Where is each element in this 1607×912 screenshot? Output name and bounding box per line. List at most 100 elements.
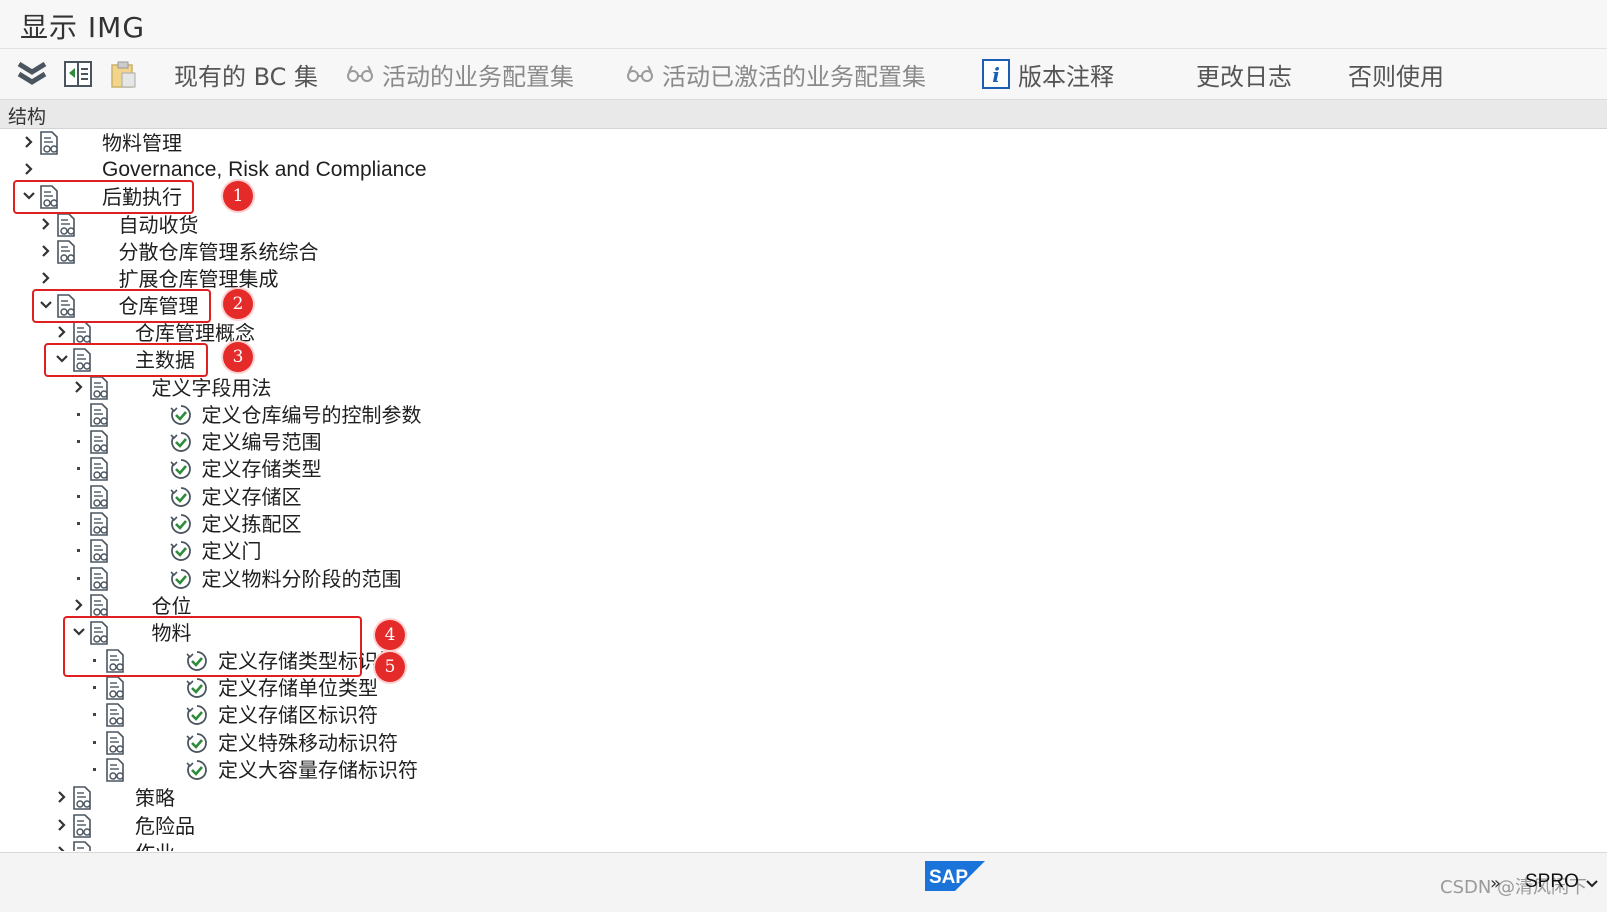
tree-node[interactable]: 危险品	[0, 812, 900, 839]
structure-header: 结构	[0, 100, 1607, 129]
documentation-icon[interactable]	[88, 403, 110, 427]
marker-badge: 3	[223, 342, 253, 372]
execute-activity-icon[interactable]	[186, 704, 208, 726]
documentation-icon[interactable]	[88, 376, 110, 400]
chevron-right-icon[interactable]	[55, 323, 69, 341]
chevron-right-icon[interactable]	[55, 843, 69, 851]
documentation-icon[interactable]	[71, 786, 93, 810]
tree-node[interactable]: 物料管理	[0, 129, 900, 156]
tree-node-label: 定义特殊移动标识符	[218, 731, 398, 755]
documentation-icon[interactable]	[88, 512, 110, 536]
tree-node[interactable]: 定义特殊移动标识符	[0, 729, 900, 756]
svg-text:SAP: SAP	[929, 867, 968, 888]
highlight-box-3	[44, 343, 208, 377]
change-log-button[interactable]: 更改日志	[1196, 49, 1292, 99]
execute-activity-icon[interactable]	[169, 486, 192, 508]
documentation-icon[interactable]	[104, 731, 126, 755]
transfer-button[interactable]	[63, 49, 101, 99]
tree-node[interactable]: 定义拣配区	[0, 510, 900, 537]
documentation-icon[interactable]	[88, 485, 110, 509]
status-bar: SAP CSDN @清风闲下 » SPRO	[0, 852, 1607, 912]
tree-node[interactable]: 仓库管理概念	[0, 319, 900, 346]
tree-node[interactable]: 策略	[0, 784, 900, 811]
tree-node[interactable]: 定义存储区标识符	[0, 701, 900, 728]
tree-node-label: 物料管理	[102, 131, 182, 155]
documentation-icon[interactable]	[88, 430, 110, 454]
chevron-right-icon[interactable]	[22, 160, 36, 178]
documentation-icon[interactable]	[55, 240, 77, 264]
execute-activity-icon[interactable]	[186, 732, 208, 754]
documentation-icon[interactable]	[38, 131, 60, 155]
execute-activity-icon[interactable]	[169, 404, 192, 426]
execute-activity-icon[interactable]	[186, 759, 208, 781]
tree-node[interactable]: 扩展仓库管理集成	[0, 265, 900, 292]
chevron-right-icon[interactable]	[22, 133, 36, 151]
tree-node[interactable]: 定义大容量存储标识符	[0, 756, 900, 783]
window-title: 显示 IMG	[20, 11, 146, 44]
activated-bc-sets-button[interactable]: 活动已激活的业务配置集	[626, 49, 926, 99]
transaction-code[interactable]: SPRO	[1525, 871, 1579, 893]
existing-bc-sets-button[interactable]: 现有的 BC 集	[174, 49, 318, 99]
documentation-icon[interactable]	[71, 321, 93, 345]
tree-node[interactable]: 定义门	[0, 537, 900, 564]
chevron-right-icon[interactable]	[39, 242, 53, 260]
leaf-dot-icon	[88, 733, 102, 751]
execute-activity-icon[interactable]	[169, 458, 192, 480]
tree-node-label: 定义存储区标识符	[218, 703, 378, 727]
documentation-icon[interactable]	[71, 814, 93, 838]
marker-badge: 1	[223, 181, 253, 211]
where-used-button[interactable]: 否则使用	[1348, 49, 1444, 99]
tree-node[interactable]: 作业	[0, 839, 900, 851]
chevron-right-icon[interactable]	[39, 269, 53, 287]
change-log-label: 更改日志	[1196, 62, 1292, 91]
chevron-right-icon[interactable]	[55, 816, 69, 834]
structure-header-label: 结构	[8, 106, 47, 128]
marker-badge: 2	[223, 289, 253, 319]
tree-node[interactable]: 定义字段用法	[0, 374, 900, 401]
documentation-icon[interactable]	[88, 594, 110, 618]
tree-node[interactable]: 定义存储单位类型	[0, 674, 900, 701]
chevron-right-icon[interactable]	[72, 378, 86, 396]
tree-node[interactable]: 仓位	[0, 592, 900, 619]
where-used-label: 否则使用	[1348, 62, 1444, 91]
execute-activity-icon[interactable]	[186, 677, 208, 699]
sap-logo: SAP	[925, 861, 985, 891]
documentation-icon[interactable]	[71, 841, 93, 851]
documentation-icon[interactable]	[104, 703, 126, 727]
execute-activity-icon[interactable]	[169, 431, 192, 453]
chevron-right-icon[interactable]	[39, 215, 53, 233]
tree-node[interactable]: 定义存储区	[0, 483, 900, 510]
chevron-right-icon[interactable]	[72, 596, 86, 614]
collapse-menu-button[interactable]	[16, 49, 56, 99]
tree-node[interactable]: 定义存储类型	[0, 455, 900, 482]
tree-node[interactable]: 自动收货	[0, 211, 900, 238]
execute-activity-icon[interactable]	[169, 568, 192, 590]
documentation-icon[interactable]	[104, 758, 126, 782]
documentation-icon[interactable]	[55, 213, 77, 237]
documentation-icon[interactable]	[88, 567, 110, 591]
clipboard-icon	[108, 59, 138, 89]
tree-node-label: 定义拣配区	[201, 512, 302, 536]
release-notes-button[interactable]: i 版本注释	[982, 49, 1114, 99]
tree-node[interactable]: 分散仓库管理系统综合	[0, 238, 900, 265]
chevron-right-icon[interactable]	[55, 788, 69, 806]
documentation-icon[interactable]	[88, 457, 110, 481]
leaf-dot-icon	[72, 459, 86, 477]
leaf-dot-icon	[72, 541, 86, 559]
tree-node-label: 定义存储单位类型	[218, 676, 378, 700]
active-bc-sets-button[interactable]: 活动的业务配置集	[346, 49, 574, 99]
tree-node-label: 定义字段用法	[151, 376, 272, 400]
tree-node[interactable]: Governance, Risk and Compliance	[0, 156, 900, 183]
execute-activity-icon[interactable]	[169, 513, 192, 535]
execute-activity-icon[interactable]	[169, 540, 192, 562]
tree-node[interactable]: 定义物料分阶段的范围	[0, 565, 900, 592]
tree-node[interactable]: 定义仓库编号的控制参数	[0, 401, 900, 428]
tree-node[interactable]: 定义编号范围	[0, 428, 900, 455]
tree-node-label: 定义存储类型	[201, 457, 322, 481]
info-icon: i	[982, 59, 1010, 89]
chevron-down-icon[interactable]	[1585, 875, 1599, 894]
clipboard-button[interactable]	[108, 49, 146, 99]
svg-text:i: i	[992, 63, 1000, 87]
documentation-icon[interactable]	[88, 539, 110, 563]
documentation-icon[interactable]	[104, 676, 126, 700]
